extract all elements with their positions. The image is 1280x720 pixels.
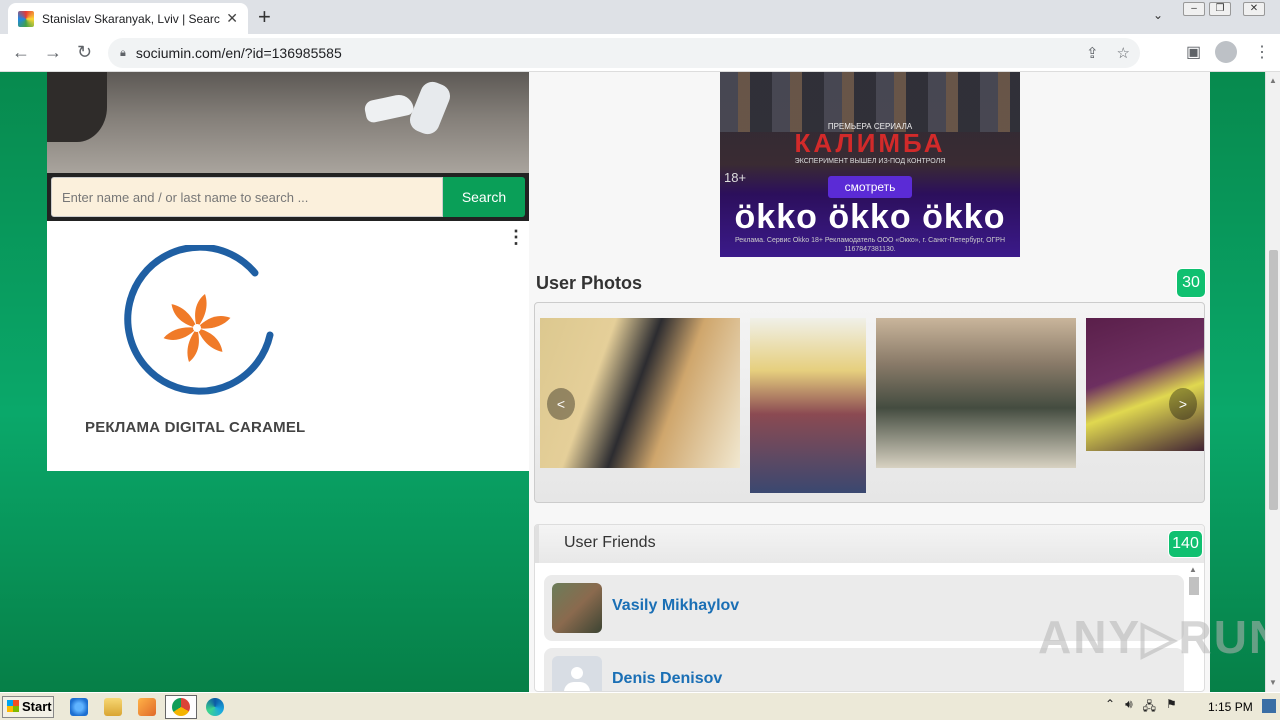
ad-legal-text: Реклама. Сервис Okko 18+ Рекламодатель О…	[734, 237, 1006, 253]
windows-taskbar: Start ⌃ 🔊︎ 🖧 ⚑ 1:15 PM	[0, 692, 1280, 720]
start-button[interactable]: Start	[2, 696, 54, 718]
edge-icon[interactable]	[206, 698, 224, 716]
tray-expand-icon[interactable]: ⌃	[1105, 697, 1115, 718]
browser-tab[interactable]: Stanislav Skaranyak, Lviv | Search In ✕	[8, 3, 248, 34]
profile-content-column: ПРЕМЬЕРА СЕРИАЛА КАЛИМБА ЭКСПЕРИМЕНТ ВЫШ…	[529, 72, 1210, 692]
anyrun-watermark: ANY▷RUN	[1038, 611, 1265, 663]
carousel-prev-button[interactable]: <	[547, 388, 575, 420]
url-text: sociumin.com/en/?id=136985585	[135, 45, 342, 61]
ad-watch-button[interactable]: смотреть	[828, 176, 912, 198]
digital-caramel-logo-icon	[124, 245, 274, 395]
chrome-icon	[172, 698, 190, 716]
user-friends-panel: User Friends 140 Vasily Mikhaylov Denis …	[534, 524, 1205, 692]
side-panel-icon[interactable]: ▣	[1186, 42, 1201, 62]
page-scrollbar[interactable]: ▲ ▼	[1265, 72, 1280, 692]
window-controls: – ❐ ✕	[1183, 2, 1265, 16]
user-friends-heading: User Friends	[564, 534, 656, 551]
scroll-thumb[interactable]	[1269, 250, 1278, 510]
okko-ad-banner[interactable]: ПРЕМЬЕРА СЕРИАЛА КАЛИМБА ЭКСПЕРИМЕНТ ВЫШ…	[720, 72, 1020, 257]
friend-name-link[interactable]: Denis Denisov	[612, 670, 722, 688]
search-form: Search	[47, 173, 529, 221]
carousel-next-button[interactable]: >	[1169, 388, 1197, 420]
minimize-icon[interactable]: –	[1183, 2, 1205, 16]
back-arrow-icon[interactable]: ←	[12, 42, 30, 63]
photos-count-badge: 30	[1176, 268, 1206, 298]
avatar-head-shape	[571, 667, 583, 679]
browser-menu-icon[interactable]: ⋮	[1254, 42, 1270, 62]
taskbar-clock[interactable]: 1:15 PM	[1208, 700, 1253, 714]
user-photo[interactable]	[1086, 318, 1204, 451]
friend-avatar[interactable]	[552, 583, 602, 633]
site-favicon-icon	[18, 10, 34, 27]
close-window-icon[interactable]: ✕	[1243, 2, 1265, 16]
name-search-input[interactable]	[51, 177, 443, 217]
user-photos-heading: User Photos	[536, 273, 643, 293]
windows-logo-icon	[7, 700, 19, 712]
friends-header: User Friends 140	[535, 525, 1204, 563]
bookmark-star-icon[interactable]: ☆	[1117, 44, 1130, 62]
user-photo[interactable]	[750, 318, 866, 493]
file-explorer-icon[interactable]	[104, 698, 122, 716]
hero-shoe-shape	[406, 78, 454, 138]
system-tray: ⌃ 🔊︎ 🖧 ⚑	[1105, 697, 1177, 718]
scroll-up-arrow-icon[interactable]: ▲	[1269, 76, 1277, 85]
scroll-up-arrow-icon[interactable]: ▲	[1189, 565, 1197, 574]
media-player-icon[interactable]	[138, 698, 156, 716]
friends-count-badge: 140	[1168, 530, 1203, 558]
browser-tab-bar: Stanislav Skaranyak, Lviv | Search In ✕ …	[0, 0, 1280, 34]
ad-caption: РЕКЛАМА DIGITAL CARAMEL	[85, 419, 306, 436]
network-icon[interactable]: 🖧	[1143, 697, 1156, 718]
forward-arrow-icon[interactable]: →	[44, 42, 62, 63]
left-ad-banner[interactable]: ⋮ РЕКЛАМА DIGITAL CARAMEL	[47, 221, 529, 471]
ad-age-rating: 18+	[724, 170, 747, 185]
profile-avatar-icon[interactable]	[1215, 41, 1237, 63]
photo-carousel: < >	[534, 302, 1205, 503]
start-label: Start	[22, 699, 52, 714]
address-bar[interactable]: 🔒︎ sociumin.com/en/?id=136985585 ⇪ ☆	[108, 38, 1140, 68]
ad-series-title: КАЛИМБА	[794, 128, 946, 158]
lock-icon: 🔒︎	[120, 46, 126, 59]
browser-toolbar: ← → ↻ 🔒︎ sociumin.com/en/?id=136985585 ⇪…	[0, 34, 1280, 72]
ad-subtitle: ЭКСПЕРИМЕНТ ВЫШЕЛ ИЗ-ПОД КОНТРОЛЯ	[794, 158, 946, 165]
ad-brand-logo: ökko ökko ökko	[734, 198, 1006, 236]
friend-name-link[interactable]: Vasily Mikhaylov	[612, 597, 739, 615]
ad-options-menu-icon[interactable]: ⋮	[507, 227, 525, 248]
scroll-down-arrow-icon[interactable]: ▼	[1269, 678, 1277, 687]
default-avatar-icon[interactable]	[552, 656, 602, 691]
chrome-taskbar-button[interactable]	[165, 695, 197, 719]
scroll-thumb[interactable]	[1189, 577, 1199, 595]
tab-search-chevron-icon[interactable]: ⌄	[1153, 8, 1163, 22]
volume-icon[interactable]: 🔊︎	[1125, 697, 1133, 718]
user-photo[interactable]	[876, 318, 1076, 468]
share-icon[interactable]: ⇪	[1086, 44, 1099, 62]
close-tab-icon[interactable]: ✕	[226, 10, 238, 27]
restore-icon[interactable]: ❐	[1209, 2, 1231, 16]
hero-shoe-shape	[363, 92, 415, 124]
tab-title: Stanislav Skaranyak, Lviv | Search In	[42, 11, 221, 26]
action-center-flag-icon[interactable]: ⚑	[1166, 697, 1177, 718]
show-desktop-icon[interactable]	[1262, 699, 1276, 713]
search-button[interactable]: Search	[443, 177, 525, 217]
internet-explorer-icon[interactable]	[70, 698, 88, 716]
new-tab-button[interactable]: +	[258, 4, 271, 30]
hero-wheel-shape	[47, 72, 107, 142]
hero-image	[47, 72, 529, 173]
avatar-body-shape	[564, 682, 590, 691]
page-viewport: Search ⋮ РЕКЛАМА DIGITAL CARAMEL ПРЕМЬЕР…	[0, 72, 1265, 692]
reload-icon[interactable]: ↻	[77, 42, 92, 63]
